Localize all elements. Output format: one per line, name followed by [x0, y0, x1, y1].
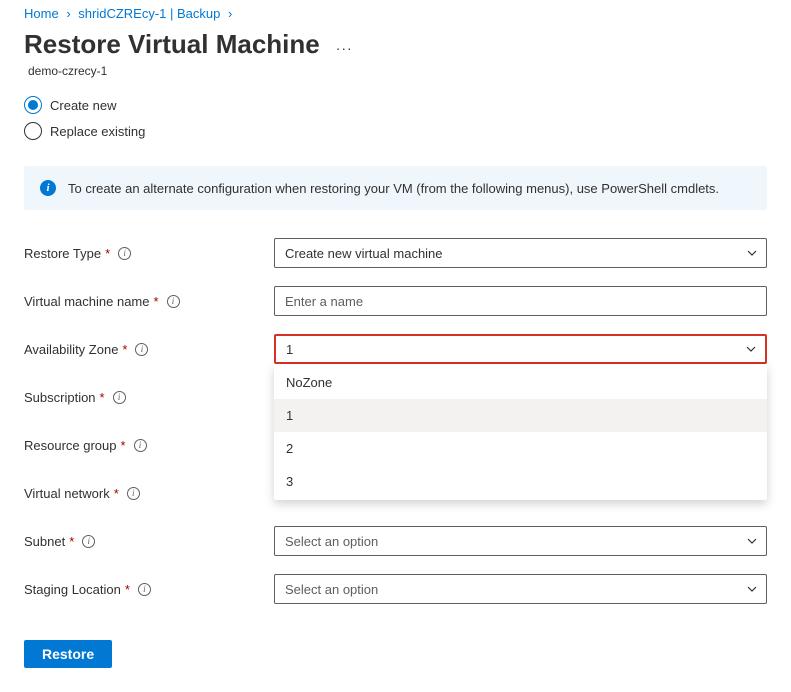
radio-replace-existing[interactable]: Replace existing — [24, 118, 767, 144]
radio-label: Replace existing — [50, 124, 145, 139]
required-mark: * — [121, 438, 126, 453]
staging-location-select[interactable]: Select an option — [274, 574, 767, 604]
help-icon[interactable]: i — [134, 439, 147, 452]
subnet-select[interactable]: Select an option — [274, 526, 767, 556]
availability-zone-options: NoZone 1 2 3 — [274, 364, 767, 500]
page-title: Restore Virtual Machine — [24, 29, 320, 60]
vm-name-input[interactable]: Enter a name — [274, 286, 767, 316]
restore-type-select[interactable]: Create new virtual machine — [274, 238, 767, 268]
restore-button[interactable]: Restore — [24, 640, 112, 668]
chevron-down-icon — [746, 535, 758, 547]
info-icon: i — [40, 180, 56, 196]
breadcrumb: Home › shridCZREcy-1 | Backup › — [24, 0, 767, 23]
required-mark: * — [125, 582, 130, 597]
restore-form: Restore Type * i Create new virtual mach… — [24, 238, 767, 604]
staging-location-label: Staging Location — [24, 582, 121, 597]
help-icon[interactable]: i — [167, 295, 180, 308]
more-icon[interactable]: ··· — [336, 34, 353, 56]
az-option-2[interactable]: 2 — [274, 432, 767, 465]
info-banner: i To create an alternate configuration w… — [24, 166, 767, 210]
required-mark: * — [105, 246, 110, 261]
vm-name-label: Virtual machine name — [24, 294, 150, 309]
required-mark: * — [114, 486, 119, 501]
required-mark: * — [122, 342, 127, 357]
help-icon[interactable]: i — [113, 391, 126, 404]
help-icon[interactable]: i — [138, 583, 151, 596]
virtual-network-label: Virtual network — [24, 486, 110, 501]
help-icon[interactable]: i — [127, 487, 140, 500]
breadcrumb-backup[interactable]: shridCZREcy-1 | Backup — [78, 6, 220, 21]
radio-icon — [24, 122, 42, 140]
restore-mode-group: Create new Replace existing — [24, 92, 767, 144]
az-option-3[interactable]: 3 — [274, 465, 767, 498]
chevron-right-icon: › — [228, 6, 232, 21]
subscription-label: Subscription — [24, 390, 96, 405]
resource-group-label: Resource group — [24, 438, 117, 453]
required-mark: * — [154, 294, 159, 309]
help-icon[interactable]: i — [82, 535, 95, 548]
subnet-label: Subnet — [24, 534, 65, 549]
required-mark: * — [69, 534, 74, 549]
chevron-down-icon — [746, 583, 758, 595]
help-icon[interactable]: i — [118, 247, 131, 260]
az-option-nozone[interactable]: NoZone — [274, 366, 767, 399]
page-subtitle: demo-czrecy-1 — [28, 64, 767, 78]
breadcrumb-home[interactable]: Home — [24, 6, 59, 21]
chevron-right-icon: › — [66, 6, 70, 21]
radio-selected-icon — [24, 96, 42, 114]
restore-type-label: Restore Type — [24, 246, 101, 261]
availability-zone-select[interactable]: 1 — [274, 334, 767, 364]
info-text: To create an alternate configuration whe… — [68, 181, 719, 196]
help-icon[interactable]: i — [135, 343, 148, 356]
availability-zone-label: Availability Zone — [24, 342, 118, 357]
radio-label: Create new — [50, 98, 116, 113]
chevron-down-icon — [746, 247, 758, 259]
az-option-1[interactable]: 1 — [274, 399, 767, 432]
chevron-down-icon — [745, 343, 757, 355]
required-mark: * — [100, 390, 105, 405]
radio-create-new[interactable]: Create new — [24, 92, 767, 118]
